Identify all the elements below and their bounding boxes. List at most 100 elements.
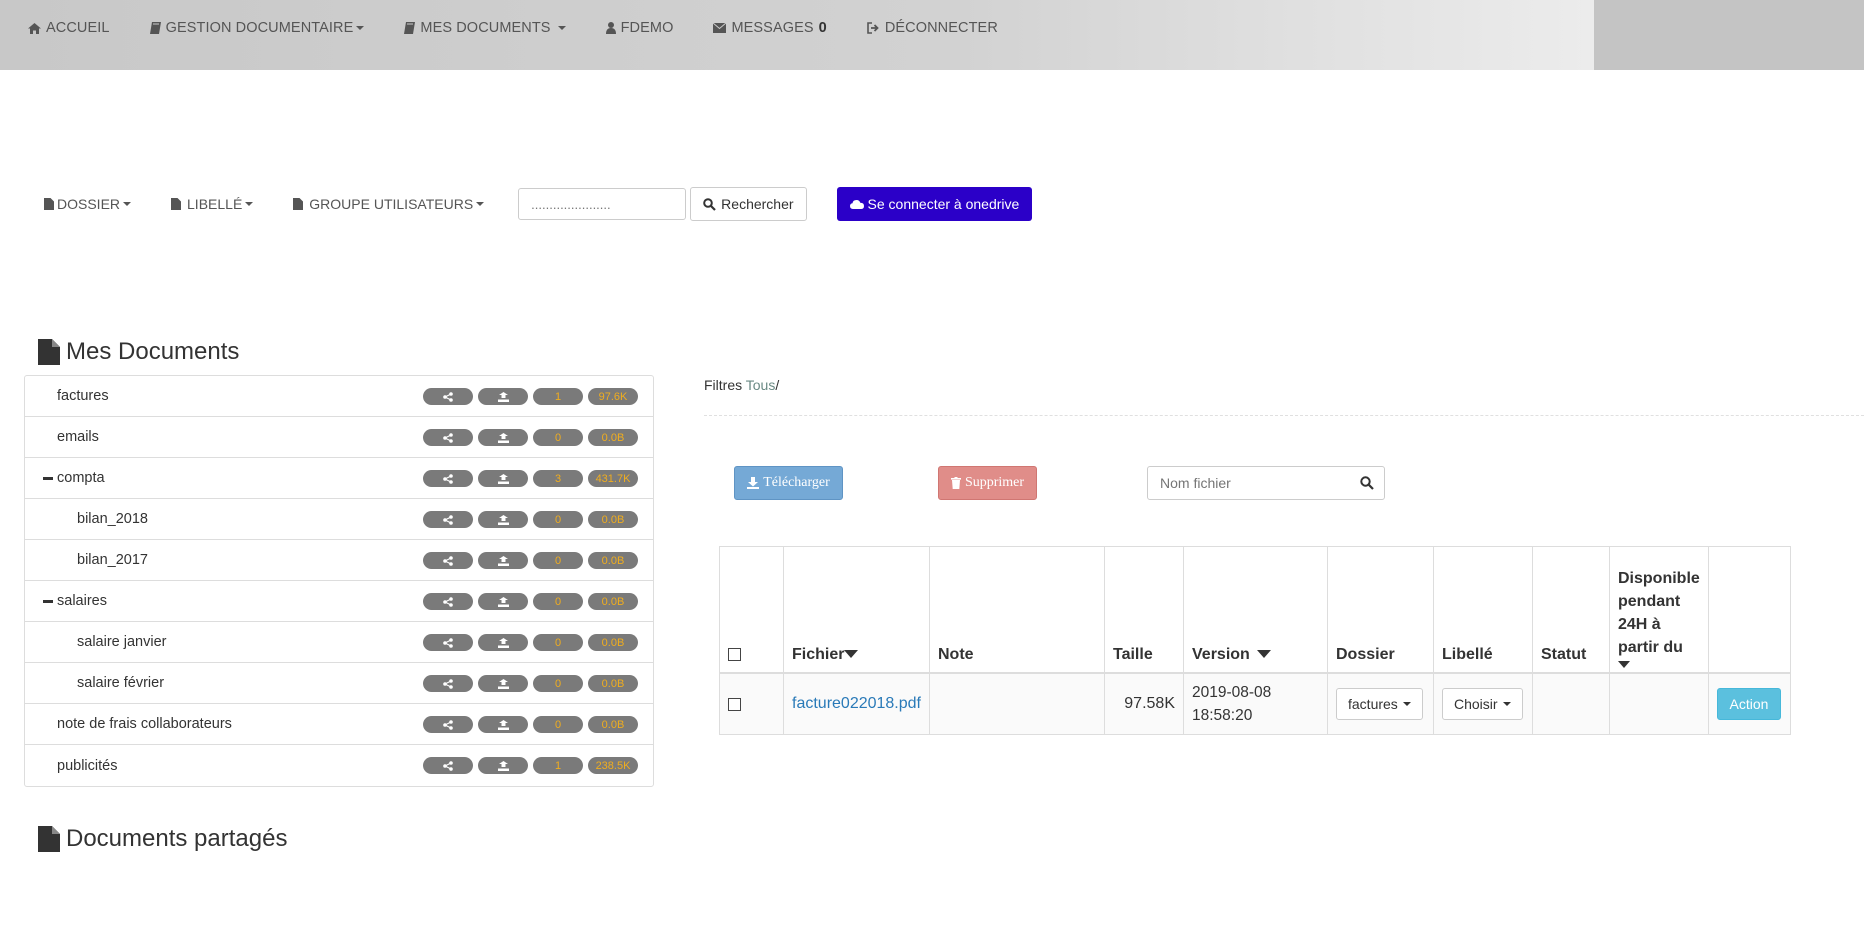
tree-item-actions: 1 97.6K — [423, 388, 638, 405]
file-icon — [171, 198, 182, 210]
tree-item[interactable]: compta 3 431.7K — [25, 458, 653, 499]
collapse-icon[interactable] — [43, 477, 53, 480]
share-icon[interactable] — [423, 675, 473, 692]
tree-item-label: compta — [57, 470, 105, 486]
user-icon — [605, 22, 616, 34]
share-icon[interactable] — [423, 470, 473, 487]
tree-item[interactable]: note de frais collaborateurs 0 0.0B — [25, 704, 653, 745]
share-icon[interactable] — [423, 511, 473, 528]
upload-icon[interactable] — [478, 716, 528, 733]
search-button[interactable]: Rechercher — [690, 187, 807, 221]
tree-item[interactable]: salaire janvier 0 0.0B — [25, 622, 653, 663]
column-header-action — [1708, 546, 1791, 673]
sort-down-icon[interactable] — [844, 650, 859, 659]
column-statut-label: Statut — [1541, 645, 1587, 663]
groupe-utilisateurs-dropdown[interactable]: Groupe utilisateurs — [293, 196, 485, 212]
folder-size-badge: 238.5K — [588, 757, 638, 774]
dossier-select[interactable]: factures — [1336, 687, 1423, 720]
filters-label: Filtres — [704, 377, 743, 393]
row-checkbox[interactable] — [728, 697, 741, 711]
tree-item-actions: 1 238.5K — [423, 757, 638, 774]
file-count-badge: 0 — [533, 675, 583, 692]
download-button[interactable]: Télécharger — [734, 466, 843, 500]
documents-partages-heading: Documents partagés — [38, 825, 287, 853]
chevron-down-icon — [356, 26, 365, 30]
nav-accueil[interactable]: Accueil — [28, 20, 110, 36]
file-count-badge: 0 — [533, 511, 583, 528]
collapse-icon[interactable] — [43, 600, 53, 603]
tree-item-label: bilan_2018 — [77, 511, 148, 527]
tree-item-actions: 0 0.0B — [423, 593, 638, 610]
filters-separator: / — [775, 377, 780, 393]
share-icon[interactable] — [423, 388, 473, 405]
file-search-box — [1147, 466, 1385, 500]
folder-size-badge: 0.0B — [588, 716, 638, 733]
nav-deconnecter-label: Déconnecter — [884, 20, 998, 36]
share-icon[interactable] — [423, 634, 473, 651]
tree-item[interactable]: salaire février 0 0.0B — [25, 663, 653, 704]
tree-item-label: emails — [57, 429, 99, 445]
tree-item-actions: 3 431.7K — [423, 470, 638, 487]
nav-user[interactable]: fdemo — [605, 20, 674, 36]
libelle-select[interactable]: Choisir — [1442, 687, 1523, 720]
delete-button[interactable]: Supprimer — [938, 466, 1037, 500]
action-button[interactable]: Action — [1717, 687, 1781, 720]
share-icon[interactable] — [423, 757, 473, 774]
upload-icon[interactable] — [478, 552, 528, 569]
version-time: 18:58:20 — [1192, 706, 1253, 724]
libelle-dropdown[interactable]: Libellé — [171, 196, 254, 212]
sort-down-icon[interactable] — [1618, 660, 1630, 668]
tree-item-actions: 0 0.0B — [423, 511, 638, 528]
file-name-search-input[interactable] — [1148, 468, 1360, 498]
tree-item[interactable]: publicités 1 238.5K — [25, 745, 653, 786]
onedrive-connect-button[interactable]: Se connecter à onedrive — [836, 187, 1033, 221]
upload-icon[interactable] — [478, 757, 528, 774]
nav-mes-documents[interactable]: Mes documents — [404, 20, 566, 36]
tree-item[interactable]: factures 1 97.6K — [25, 376, 653, 417]
upload-icon[interactable] — [478, 634, 528, 651]
filter-tous-link[interactable]: Tous — [746, 377, 776, 393]
tree-item[interactable]: bilan_2018 0 0.0B — [25, 499, 653, 540]
tree-item[interactable]: bilan_2017 0 0.0B — [25, 540, 653, 581]
documents-table: Fichier Note Taille Version Dossier Libe… — [719, 546, 1791, 735]
upload-icon[interactable] — [478, 593, 528, 610]
row-libelle-cell: Choisir — [1433, 672, 1533, 735]
sort-down-icon[interactable] — [1256, 650, 1271, 659]
file-link[interactable]: facture022018.pdf — [792, 695, 921, 712]
share-icon[interactable] — [423, 429, 473, 446]
upload-icon[interactable] — [478, 675, 528, 692]
upload-icon[interactable] — [478, 429, 528, 446]
row-version-cell: 2019-08-08 18:58:20 — [1183, 672, 1328, 735]
book-icon — [149, 22, 161, 34]
folder-size-badge: 97.6K — [588, 388, 638, 405]
select-all-header — [719, 546, 784, 673]
envelope-icon — [713, 23, 727, 33]
tree-item-label: salaires — [57, 593, 107, 609]
column-header-fichier[interactable]: Fichier — [783, 546, 930, 673]
column-note-label: Note — [938, 645, 974, 663]
folder-size-badge: 0.0B — [588, 634, 638, 651]
column-header-statut: Statut — [1532, 546, 1610, 673]
upload-icon[interactable] — [478, 388, 528, 405]
select-all-checkbox[interactable] — [728, 647, 741, 661]
folder-size-badge: 0.0B — [588, 593, 638, 610]
row-dossier-cell: factures — [1327, 672, 1434, 735]
tree-item[interactable]: salaires 0 0.0B — [25, 581, 653, 622]
nav-deconnecter[interactable]: Déconnecter — [867, 20, 998, 36]
nav-messages-label: Messages — [731, 20, 814, 36]
share-icon[interactable] — [423, 716, 473, 733]
column-header-disponible[interactable]: Disponible pendant 24H à partir du — [1609, 546, 1709, 673]
share-icon[interactable] — [423, 552, 473, 569]
row-taille-cell: 97.58K — [1104, 672, 1184, 735]
upload-icon[interactable] — [478, 470, 528, 487]
share-icon[interactable] — [423, 593, 473, 610]
column-header-version[interactable]: Version — [1183, 546, 1328, 673]
upload-icon[interactable] — [478, 511, 528, 528]
tree-item[interactable]: emails 0 0.0B — [25, 417, 653, 458]
search-icon[interactable] — [1360, 476, 1374, 490]
search-input[interactable] — [518, 188, 687, 220]
dossier-dropdown[interactable]: Dossier — [44, 196, 132, 212]
nav-messages[interactable]: Messages 0 — [713, 20, 827, 36]
nav-gestion-documentaire[interactable]: Gestion documentaire — [149, 20, 365, 36]
folder-size-badge: 0.0B — [588, 675, 638, 692]
